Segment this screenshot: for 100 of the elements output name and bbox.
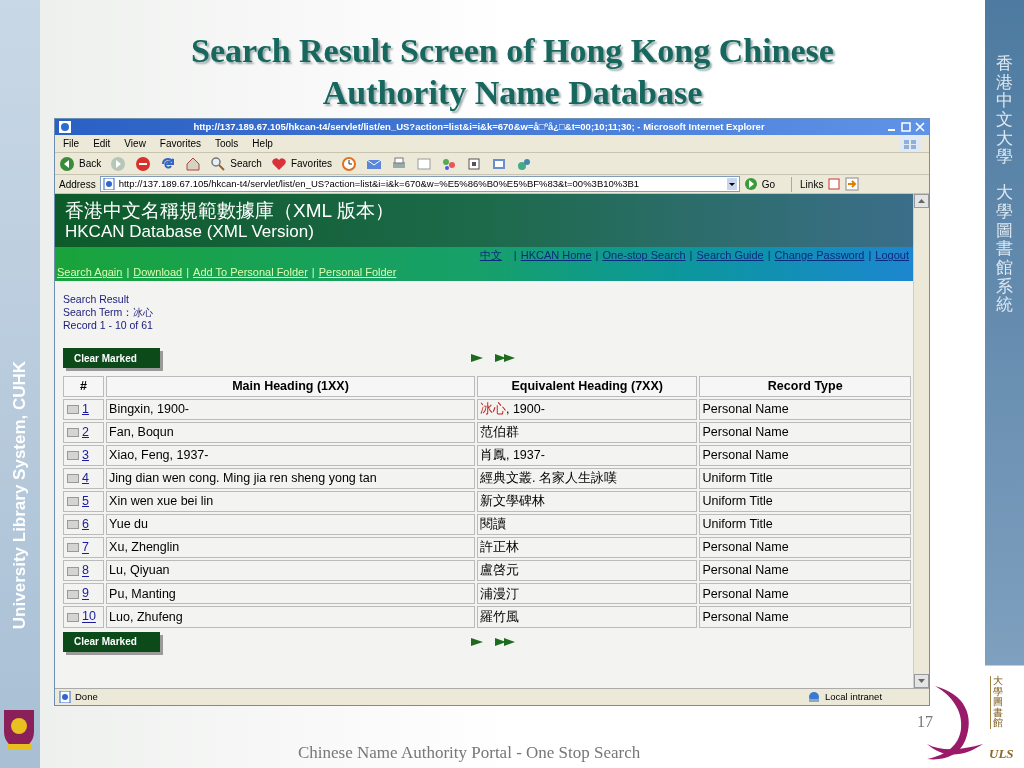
checkbox[interactable] bbox=[67, 497, 79, 507]
logo-text: 大學圖書館 bbox=[993, 676, 1003, 729]
record-link[interactable]: 1 bbox=[82, 402, 89, 417]
stop-icon bbox=[135, 155, 152, 172]
refresh-icon bbox=[160, 155, 177, 172]
arrow-icon[interactable] bbox=[845, 177, 860, 191]
record-link[interactable]: 3 bbox=[82, 448, 89, 463]
clear-marked-button[interactable]: Clear Marked bbox=[63, 348, 160, 368]
side-label: 大學圖書館系統 bbox=[996, 184, 1013, 315]
record-link[interactable]: 7 bbox=[82, 540, 89, 555]
checkbox[interactable] bbox=[67, 404, 79, 414]
nav-link[interactable]: One-stop Search bbox=[602, 247, 686, 264]
toolbar-button[interactable] bbox=[185, 155, 202, 172]
table-cell: 肖鳳, 1937- bbox=[476, 444, 698, 466]
checkbox[interactable] bbox=[67, 428, 79, 438]
checkbox[interactable] bbox=[67, 566, 79, 576]
nav-link[interactable]: 中文 bbox=[479, 247, 502, 264]
table-cell: Uniform Title bbox=[699, 468, 911, 490]
links-label[interactable]: Links bbox=[791, 176, 824, 192]
scroll-up-icon[interactable] bbox=[914, 194, 929, 208]
table-cell: Personal Name bbox=[699, 537, 911, 559]
page-icon bbox=[59, 691, 71, 703]
window-title: http://137.189.67.105/hkcan-t4/servlet/list/en_US?action=list&i=i&k=670&w=å□ºå¿□&t=00;10;11;30; - Microsoft Internet Explorer bbox=[192, 119, 766, 134]
page-icon bbox=[102, 178, 115, 190]
menu-item[interactable]: Help bbox=[252, 136, 273, 151]
menu-item[interactable]: Favorites bbox=[159, 136, 201, 151]
toolbar-button[interactable] bbox=[135, 155, 152, 172]
page-icon bbox=[416, 155, 433, 172]
last-arrow-icon[interactable] bbox=[494, 353, 516, 363]
column-header: # bbox=[63, 376, 105, 397]
table-cell: Xin wen xue bei lin bbox=[106, 491, 475, 513]
record-range: Record 1 - 10 of 61 bbox=[63, 319, 154, 332]
toolbar-button[interactable]: Back bbox=[59, 155, 102, 172]
page-number: 17 bbox=[917, 712, 933, 732]
next-arrow-icon[interactable] bbox=[470, 353, 484, 363]
dropdown-icon bbox=[726, 178, 737, 190]
record-link[interactable]: 5 bbox=[82, 494, 89, 509]
address-field[interactable]: http://137.189.67.105/hkcan-t4/servlet/list/en_US?action=list&i=i&k=670&w=%E5%86%B0%E5%BF%83&t=00%3B10%3B1 bbox=[99, 176, 740, 192]
table-cell: Fan, Boqun bbox=[106, 421, 475, 443]
table-cell: Personal Name bbox=[699, 560, 911, 582]
record-link[interactable]: 8 bbox=[82, 563, 89, 578]
column-header: Equivalent Heading (7XX) bbox=[476, 376, 698, 397]
table-cell: Xiao, Feng, 1937- bbox=[106, 444, 475, 466]
table-cell: Personal Name bbox=[699, 606, 911, 628]
result-title: Search Result bbox=[63, 293, 130, 306]
table-cell: 羅竹風 bbox=[476, 606, 698, 628]
toolbar-button[interactable] bbox=[341, 155, 358, 172]
search-term: 冰心 bbox=[133, 306, 154, 319]
record-link[interactable]: 2 bbox=[82, 425, 89, 440]
next-arrow-icon[interactable] bbox=[470, 636, 484, 647]
table-cell: 盧啓元 bbox=[476, 560, 698, 582]
toolbar-button[interactable]: Search bbox=[210, 155, 262, 172]
table-cell: 經典文叢. 名家人生詠嘆 bbox=[476, 468, 698, 490]
separator: | bbox=[126, 265, 130, 281]
menu-item[interactable]: View bbox=[124, 136, 146, 151]
table-cell: 范伯群 bbox=[476, 421, 698, 443]
side-label: University Library System, CUHK bbox=[9, 360, 31, 630]
record-link[interactable]: 4 bbox=[82, 471, 89, 486]
slide-footer: Chinese Name Authority Portal - One Stop Search bbox=[298, 740, 641, 766]
checkbox[interactable] bbox=[67, 612, 79, 622]
search-icon bbox=[210, 155, 227, 172]
close-icon[interactable] bbox=[915, 122, 925, 132]
scroll-down-icon[interactable] bbox=[914, 674, 929, 688]
search-term-label: Search Term： bbox=[63, 306, 134, 319]
toolbar-button[interactable] bbox=[160, 155, 177, 172]
maximize-icon[interactable] bbox=[901, 122, 911, 132]
address-label: Address bbox=[59, 177, 96, 192]
clear-marked-button[interactable]: Clear Marked bbox=[63, 631, 160, 652]
menu-item[interactable]: Tools bbox=[215, 136, 239, 151]
record-link[interactable]: 9 bbox=[82, 586, 89, 601]
toolbar-button[interactable] bbox=[466, 155, 483, 172]
status-text: Done bbox=[75, 689, 99, 704]
scrollbar[interactable] bbox=[913, 194, 929, 688]
last-arrow-icon[interactable] bbox=[494, 636, 516, 647]
menu-item[interactable]: File bbox=[63, 136, 80, 151]
table-cell: Lu, Qiyuan bbox=[106, 560, 475, 582]
nav-link[interactable]: Change Password bbox=[774, 247, 865, 264]
windows-logo-icon bbox=[899, 135, 921, 152]
checkbox[interactable] bbox=[67, 451, 79, 461]
nav-link[interactable]: Search Guide bbox=[696, 247, 764, 264]
table-cell: 閱讀 bbox=[476, 514, 698, 536]
checkbox[interactable] bbox=[67, 474, 79, 484]
nav-link[interactable]: HKCAN Home bbox=[520, 247, 592, 264]
record-link[interactable]: 6 bbox=[82, 517, 89, 532]
table-cell: Pu, Manting bbox=[106, 583, 475, 605]
separator: | bbox=[767, 248, 771, 264]
checkbox[interactable] bbox=[67, 543, 79, 553]
go-button[interactable]: Go bbox=[743, 176, 776, 192]
checkbox[interactable] bbox=[67, 589, 79, 599]
table-cell: Personal Name bbox=[699, 444, 911, 466]
ie-icon bbox=[59, 121, 71, 133]
table-cell: Personal Name bbox=[699, 421, 911, 443]
toolbar-button[interactable]: Favorites bbox=[270, 155, 333, 172]
clock-icon bbox=[341, 155, 358, 172]
link-icon[interactable] bbox=[827, 177, 842, 191]
address-text: http://137.189.67.105/hkcan-t4/servlet/list/en_US?action=list&i=i&k=670&w=%E5%86%B0%E5%BF%83&t=00%3B10%3B1 bbox=[118, 176, 641, 191]
menu-item[interactable]: Edit bbox=[93, 136, 111, 151]
separator: | bbox=[311, 265, 315, 281]
checkbox[interactable] bbox=[67, 520, 79, 530]
table-cell: Personal Name bbox=[699, 583, 911, 605]
